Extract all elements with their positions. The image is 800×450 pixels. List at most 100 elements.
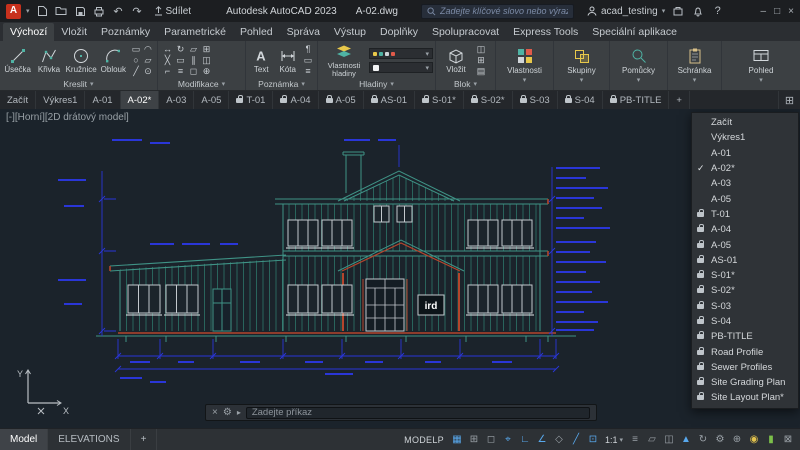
selection-cycling-icon[interactable]: ◫ [662,432,676,447]
autocad-logo-icon[interactable]: A [6,3,21,19]
ribbon-mini-icon[interactable]: ◫ [202,56,211,65]
panel-label-layers[interactable]: Hladiny ▾ [318,79,435,91]
ribbon-mini-icon[interactable]: ◫ [477,45,486,54]
file-tab[interactable]: A-01 [85,91,121,109]
ribbon-mini-icon[interactable]: ⊕ [203,67,211,76]
save-icon[interactable] [73,4,88,19]
ribbon-mini-icon[interactable]: ↔ [163,45,172,54]
tab-overflow-button[interactable]: ⊞ [778,91,800,109]
drawing-canvas[interactable]: [-][Horní][2D drátový model] ird Y X × ⚙… [0,109,800,428]
minimize-button[interactable]: – [761,6,767,17]
polar-tracking-icon[interactable]: ∠ [535,432,549,447]
ribbon-mini-icon[interactable]: ╳ [165,56,170,65]
ribbon-mini-icon[interactable]: ↻ [177,45,185,54]
account-menu[interactable]: acad_testing ▾ [587,6,665,17]
file-tab[interactable]: A-04 [273,91,319,109]
command-input[interactable] [245,406,590,419]
transparency-icon[interactable]: ▱ [645,432,659,447]
ribbon-mini-icon[interactable]: ○ [133,56,138,65]
panel-label-annotate[interactable]: Poznámka ▾ [246,78,317,90]
app-store-icon[interactable] [670,4,685,19]
arc-tool[interactable]: Oblouk [99,47,128,74]
redo-icon[interactable]: ↷ [130,4,145,19]
tab-menu-item[interactable]: ✓S-02* [692,283,798,298]
lineweight-icon[interactable]: ≡ [628,432,642,447]
menu-tab[interactable]: Express Tools [506,23,585,41]
search-input[interactable] [439,6,568,16]
tab-menu-item[interactable]: ✓ A-02* [692,161,798,176]
menu-tab[interactable]: Parametrické [157,23,233,41]
menu-tab[interactable]: Speciální aplikace [585,23,684,41]
customize-icon[interactable]: ⚙ [223,407,232,418]
ribbon-mini-icon[interactable]: ⊞ [203,45,211,54]
file-tab[interactable]: T-01 [229,91,274,109]
ribbon-mini-icon[interactable]: ⌐ [165,67,170,76]
tab-menu-item[interactable]: ✓A-03 [692,176,798,191]
ribbon-mini-icon[interactable]: ⊞ [477,56,485,65]
file-tab[interactable]: S-01* [415,91,464,109]
file-tab[interactable]: A-05 [194,91,230,109]
open-icon[interactable] [54,4,69,19]
dimension-tool[interactable]: Kóta [276,47,301,74]
layout-tab[interactable]: ELEVATIONS [48,429,131,450]
close-icon[interactable]: × [212,407,218,418]
tab-menu-item[interactable]: ✓S-03 [692,299,798,314]
panel-label-modify[interactable]: Modifikace ▾ [158,78,245,90]
ribbon-mini-icon[interactable]: ╱ [133,67,138,76]
autoscale-icon[interactable]: ↻ [696,432,710,447]
command-line[interactable]: × ⚙ ▸ [205,404,597,421]
clean-screen-icon[interactable]: ⊠ [781,432,795,447]
layout-tab[interactable]: Model [0,429,49,450]
osnap-tracking-icon[interactable]: ╱ [569,432,583,447]
panel-label-draw[interactable]: Kreslit ▾ [0,78,157,90]
tab-menu-item[interactable]: ✓Road Profile [692,344,798,359]
app-menu-chevron-icon[interactable]: ▾ [26,7,30,15]
infer-constraints-icon[interactable]: ◻ [484,432,498,447]
menu-tab[interactable]: Vložit [54,23,94,41]
share-button[interactable]: Sdílet [150,6,196,17]
ribbon-mini-icon[interactable]: ◠ [144,45,152,54]
tab-menu-item[interactable]: ✓Site Grading Plan [692,375,798,390]
ribbon-mini-icon[interactable]: ◻ [190,67,197,76]
ribbon-mini-icon[interactable]: ¶ [306,45,311,54]
tab-menu-item[interactable]: ✓T-01 [692,207,798,222]
grid-icon[interactable]: ▦ [450,432,464,447]
file-tab[interactable]: A-02* [120,91,160,109]
file-tab[interactable]: Začít [0,91,37,109]
file-tab[interactable]: + [669,91,690,109]
recent-commands-icon[interactable]: ▸ [237,408,241,417]
menu-tab[interactable]: Správa [280,23,327,41]
menu-tab[interactable]: Výstup [327,23,373,41]
layer-filter-combo[interactable]: ▾ [369,62,433,74]
ribbon-mini-icon[interactable]: ▭ [176,56,185,65]
file-tab[interactable]: A-05 [319,91,364,109]
ribbon-mini-icon[interactable]: ▱ [145,56,152,65]
object-isolate-icon[interactable]: ◉ [747,432,761,447]
close-button[interactable]: × [788,6,794,17]
file-tab[interactable]: PB-TITLE [603,91,670,109]
tab-menu-item[interactable]: ✓Sewer Profiles [692,360,798,375]
snap-mode-icon[interactable]: ⊞ [467,432,481,447]
properties-button[interactable]: Vlastnosti ▾ [496,41,553,90]
tab-menu-item[interactable]: ✓Výkres1 [692,130,798,145]
tab-menu-item[interactable]: ✓A-01 [692,146,798,161]
annotation-visibility-icon[interactable]: ▲ [679,432,693,447]
ribbon-mini-icon[interactable]: ▭ [132,45,141,54]
help-search[interactable] [420,3,574,19]
ribbon-mini-icon[interactable]: ≡ [305,67,310,76]
layer-properties-tool[interactable]: Vlastnosti hladiny [321,43,367,79]
file-tab[interactable]: S-04 [558,91,603,109]
layer-state-combo[interactable]: ▾ [369,48,433,60]
dynamic-input-icon[interactable]: ⌖ [501,432,515,447]
isometric-drafting-icon[interactable]: ◇ [552,432,566,447]
ribbon-mini-icon[interactable]: ⊙ [144,67,152,76]
tab-menu-item[interactable]: ✓PB-TITLE [692,329,798,344]
tab-menu-item[interactable]: ✓S-04 [692,314,798,329]
bell-icon[interactable] [690,4,705,19]
plot-icon[interactable] [92,4,107,19]
utilities-button[interactable]: Pomůcky ▾ [610,41,667,90]
menu-tab[interactable]: Výchozí [3,23,55,41]
file-tab[interactable]: A-03 [159,91,195,109]
file-tab[interactable]: S-03 [513,91,558,109]
tab-menu-item[interactable]: ✓Site Layout Plan* [692,390,798,405]
